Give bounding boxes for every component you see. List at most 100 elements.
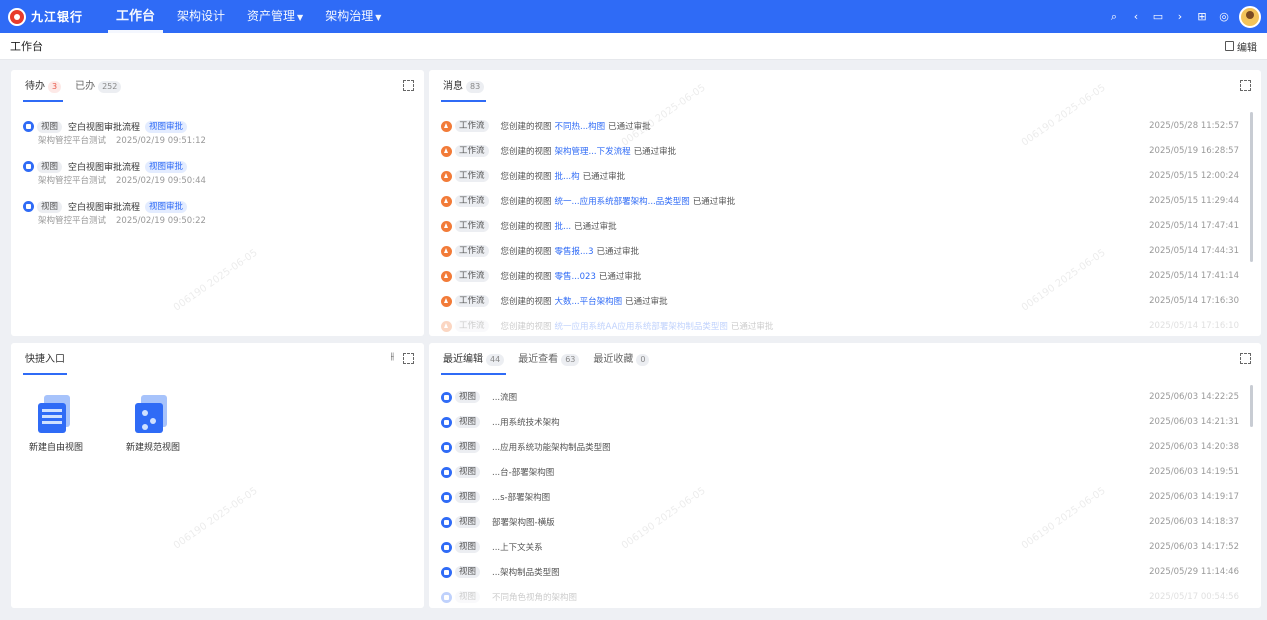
watermark: 006190 2025-06-05 bbox=[171, 247, 260, 314]
recent-panel: 最近编辑 44 最近查看 63 最近收藏 0 视图 ...流图 2025/06/03 … bbox=[429, 343, 1261, 608]
bank-logo-icon bbox=[8, 7, 26, 26]
view-link[interactable]: 批...构 bbox=[555, 170, 580, 182]
message-count-badge: 83 bbox=[466, 81, 485, 93]
nav-item-workbench[interactable]: 工作台 bbox=[108, 0, 164, 33]
done-count-badge: 252 bbox=[98, 81, 122, 93]
tab-recent-viewed[interactable]: 最近查看 63 bbox=[518, 353, 580, 375]
workflow-icon bbox=[441, 170, 452, 182]
view-icon bbox=[441, 591, 452, 603]
view-icon bbox=[23, 121, 34, 132]
message-panel: 消息 83 工作流 您创建的视图 不同热...构图 已通过审批 2025/05/28 … bbox=[429, 70, 1261, 336]
message-row[interactable]: 工作流 您创建的视图 批... 已通过审批 2025/05/14 17:47:41 bbox=[441, 219, 1239, 233]
view-icon bbox=[441, 491, 452, 503]
tab-recent-favorites[interactable]: 最近收藏 0 bbox=[593, 353, 650, 375]
org-chart-icon[interactable]: ⊞ bbox=[1195, 10, 1209, 23]
chevron-left-icon[interactable]: ‹ bbox=[1129, 10, 1143, 23]
tab-todo[interactable]: 待办 3 bbox=[22, 80, 64, 102]
workflow-icon bbox=[441, 320, 452, 332]
todo-item[interactable]: 视图 空白视图审批流程 视图审批 架构管控平台测试 2025/02/19 09:50:… bbox=[23, 160, 216, 186]
message-row[interactable]: 工作流 您创建的视图 统一应用系统AA应用系统部署架构制品类型图 已通过审批 202… bbox=[441, 319, 1239, 333]
adjust-icon[interactable]: ⫲ bbox=[391, 351, 394, 362]
view-icon bbox=[23, 201, 34, 212]
view-link[interactable]: 统一应用系统AA应用系统部署架构制品类型图 bbox=[555, 320, 728, 332]
workflow-icon bbox=[441, 270, 452, 282]
view-icon bbox=[441, 391, 452, 403]
brand-logo[interactable]: 九江银行 bbox=[8, 7, 108, 26]
fullscreen-icon[interactable] bbox=[1240, 80, 1251, 91]
window-icon[interactable]: ▭ bbox=[1151, 10, 1165, 23]
recent-row[interactable]: 视图 ...架构制品类型图 2025/05/29 11:14:46 bbox=[441, 565, 1239, 579]
recent-row[interactable]: 视图 ...上下文关系 2025/06/03 14:17:52 bbox=[441, 540, 1239, 554]
fullscreen-icon[interactable] bbox=[403, 353, 414, 364]
workflow-icon bbox=[441, 145, 452, 157]
quick-entry-panel: 快捷入口 ⫲ 新建自由视图 新建规范视图 006190 2025-06-05 bbox=[11, 343, 424, 608]
page-title: 工作台 bbox=[10, 40, 43, 53]
message-row[interactable]: 工作流 您创建的视图 不同热...构图 已通过审批 2025/05/28 11:52… bbox=[441, 119, 1239, 133]
scrollbar[interactable] bbox=[1250, 112, 1253, 262]
todo-item[interactable]: 视图 空白视图审批流程 视图审批 架构管控平台测试 2025/02/19 09:50:… bbox=[23, 200, 216, 226]
scrollbar[interactable] bbox=[1250, 385, 1253, 427]
message-row[interactable]: 工作流 您创建的视图 批...构 已通过审批 2025/05/15 12:00:24 bbox=[441, 169, 1239, 183]
message-row[interactable]: 工作流 您创建的视图 大数...平台架构图 已通过审批 2025/05/14 17:… bbox=[441, 294, 1239, 308]
workflow-icon bbox=[441, 295, 452, 307]
view-icon bbox=[23, 161, 34, 172]
recent-row[interactable]: 视图 ...流图 2025/06/03 14:22:25 bbox=[441, 390, 1239, 404]
fullscreen-icon[interactable] bbox=[1240, 353, 1251, 364]
chevron-right-icon[interactable]: › bbox=[1173, 10, 1187, 23]
workflow-icon bbox=[441, 120, 452, 132]
view-link[interactable]: 批... bbox=[555, 220, 572, 232]
settings-icon[interactable]: ◎ bbox=[1217, 10, 1231, 23]
new-standard-view-button[interactable]: 新建规范视图 bbox=[118, 395, 188, 453]
view-link[interactable]: 大数...平台架构图 bbox=[555, 295, 623, 307]
recent-row[interactable]: 视图 ...s-部署架构图 2025/06/03 14:19:17 bbox=[441, 490, 1239, 504]
brand-name: 九江银行 bbox=[31, 10, 84, 24]
new-free-view-button[interactable]: 新建自由视图 bbox=[21, 395, 91, 453]
tab-done[interactable]: 已办 252 bbox=[75, 80, 122, 102]
message-row[interactable]: 工作流 您创建的视图 统一...应用系统部署架构...品类型图 已通过审批 2025… bbox=[441, 194, 1239, 208]
edit-button[interactable]: 编辑 bbox=[1225, 39, 1257, 54]
nav-item-architecture-governance[interactable]: 架构治理 ▼ bbox=[317, 0, 389, 33]
recent-row[interactable]: 视图 不同角色视角的架构图 2025/05/17 00:54:56 bbox=[441, 590, 1239, 604]
message-row[interactable]: 工作流 您创建的视图 零售...023 已通过审批 2025/05/14 17:41… bbox=[441, 269, 1239, 283]
recent-row[interactable]: 视图 ...用系统技术架构 2025/06/03 14:21:31 bbox=[441, 415, 1239, 429]
user-avatar[interactable] bbox=[1239, 5, 1261, 28]
search-icon[interactable]: ⌕ bbox=[1107, 10, 1121, 24]
view-link[interactable]: 架构管理...下发流程 bbox=[555, 145, 631, 157]
view-icon bbox=[441, 441, 452, 453]
workflow-icon bbox=[441, 220, 452, 232]
todo-panel: 待办 3 已办 252 视图 空白视图审批流程 视图审批 架构管控平台测试 2025/02… bbox=[11, 70, 424, 336]
nav-item-architecture-design[interactable]: 架构设计 bbox=[169, 0, 233, 33]
page-header: 工作台 编辑 bbox=[0, 33, 1267, 60]
recent-row[interactable]: 视图 部署架构图-横版 2025/06/03 14:18:37 bbox=[441, 515, 1239, 529]
recent-row[interactable]: 视图 ...台-部署架构图 2025/06/03 14:19:51 bbox=[441, 465, 1239, 479]
todo-item[interactable]: 视图 空白视图审批流程 视图审批 架构管控平台测试 2025/02/19 09:51:… bbox=[23, 120, 216, 146]
watermark: 006190 2025-06-05 bbox=[619, 82, 708, 149]
message-row[interactable]: 工作流 您创建的视图 架构管理...下发流程 已通过审批 2025/05/19 16… bbox=[441, 144, 1239, 158]
quick-tabs: 快捷入口 bbox=[23, 353, 67, 375]
chevron-down-icon: ▼ bbox=[297, 13, 304, 22]
tab-messages[interactable]: 消息 83 bbox=[440, 80, 487, 102]
tab-recent-edited[interactable]: 最近编辑 44 bbox=[440, 353, 507, 375]
view-icon bbox=[441, 516, 452, 528]
chevron-down-icon: ▼ bbox=[375, 13, 382, 22]
workflow-icon bbox=[441, 245, 452, 257]
tab-quick-entry[interactable]: 快捷入口 bbox=[23, 353, 67, 375]
top-right-tools: ⌕ ‹ ▭ › ⊞ ◎ bbox=[1107, 5, 1267, 28]
recent-row[interactable]: 视图 ...应用系统功能架构制品类型图 2025/06/03 14:20:38 bbox=[441, 440, 1239, 454]
main-nav: 工作台 架构设计 资产管理 ▼ 架构治理 ▼ bbox=[108, 0, 395, 33]
view-icon bbox=[441, 466, 452, 478]
view-link[interactable]: 零售...023 bbox=[555, 270, 596, 282]
view-icon bbox=[441, 566, 452, 578]
workflow-icon bbox=[441, 195, 452, 207]
top-navbar: 九江银行 工作台 架构设计 资产管理 ▼ 架构治理 ▼ ⌕ ‹ ▭ › ⊞ ◎ bbox=[0, 0, 1267, 33]
message-row[interactable]: 工作流 您创建的视图 零售报...3 已通过审批 2025/05/14 17:44:… bbox=[441, 244, 1239, 258]
view-link[interactable]: 不同热...构图 bbox=[555, 120, 606, 132]
view-link[interactable]: 零售报...3 bbox=[555, 245, 594, 257]
view-icon bbox=[441, 541, 452, 553]
watermark: 006190 2025-06-05 bbox=[171, 485, 260, 552]
nav-item-asset-management[interactable]: 资产管理 ▼ bbox=[239, 0, 311, 33]
recent-tabs: 最近编辑 44 最近查看 63 最近收藏 0 bbox=[440, 353, 650, 375]
fullscreen-icon[interactable] bbox=[403, 80, 414, 91]
standard-view-icon bbox=[135, 395, 171, 435]
view-link[interactable]: 统一...应用系统部署架构...品类型图 bbox=[555, 195, 690, 207]
